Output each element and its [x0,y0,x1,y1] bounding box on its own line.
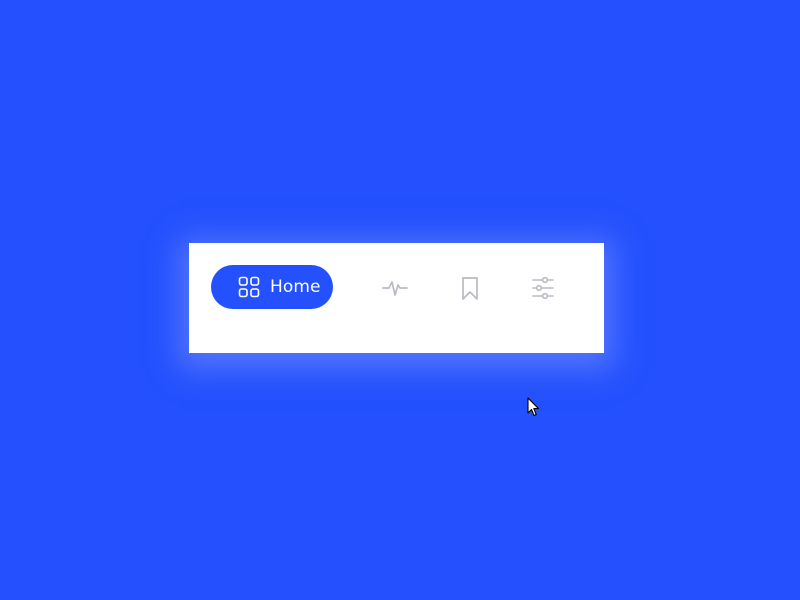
tab-home[interactable]: Home [211,265,333,309]
activity-icon [382,281,408,296]
sliders-icon [532,276,554,300]
tab-settings[interactable] [530,275,556,301]
tab-activity[interactable] [382,275,408,301]
tab-bookmarks[interactable] [457,276,483,302]
tab-home-label: Home [270,276,321,297]
mouse-pointer-icon [527,397,540,417]
tab-bar: Home [189,243,604,353]
bookmark-icon [462,277,478,300]
grid-icon [238,276,260,298]
